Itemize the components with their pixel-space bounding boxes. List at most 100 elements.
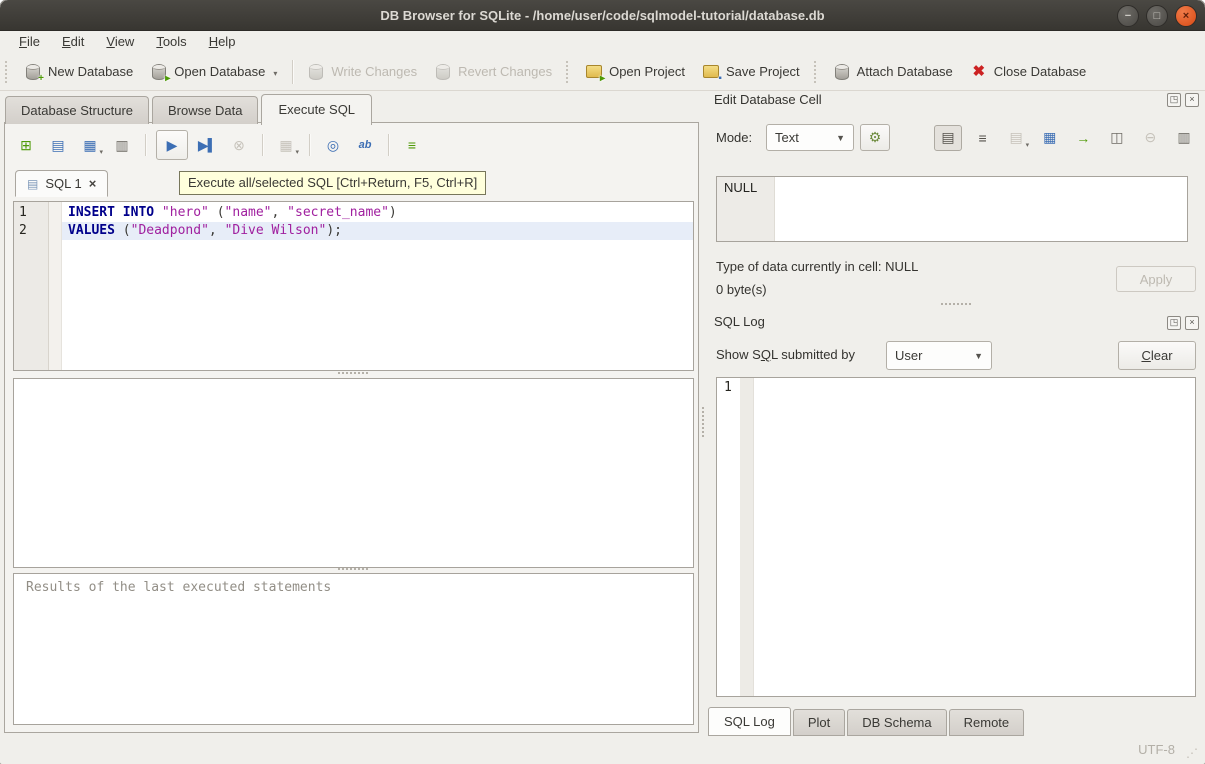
log-filter-select[interactable]: User ▼ [886,341,992,370]
menu-help[interactable]: Help [198,31,247,52]
apply-button[interactable]: Apply [1116,266,1196,292]
titlebar[interactable]: DB Browser for SQLite - /home/user/code/… [0,0,1205,31]
execute-sql-tooltip: Execute all/selected SQL [Ctrl+Return, F… [179,171,486,195]
auto-mode-button[interactable]: ⚙ [860,124,890,151]
mode-select[interactable]: Text ▼ [766,124,854,151]
sql-editor-toolbar: ⊞▤▦▾▥▶▶▌⊗▦▾◎ab≡ [13,130,425,160]
execute-current-line-icon[interactable]: ▶▌ [194,133,220,157]
float-panel-icon[interactable]: ◳ [1167,93,1181,107]
statusbar: UTF-8 ⋰ [0,736,1205,764]
new-database-icon: + [25,64,41,80]
tab-execute-sql[interactable]: Execute SQL [261,94,372,125]
line-number: 2 [14,222,49,240]
maximize-button[interactable]: □ [1146,5,1168,27]
toolbar-button-label: Open Database [174,64,265,79]
log-filter-label: Show SQL submitted by [716,347,855,362]
resize-grip-icon[interactable]: ⋰ [1186,746,1198,760]
window-controls: −□ × [1117,5,1197,27]
cell-null-gutter: NULL [717,177,775,241]
sql-log-title: SQL Log [714,314,765,329]
find-icon[interactable]: ◎ [320,133,346,157]
attach-database-button[interactable]: Attach Database [825,59,962,85]
open-new-tab-icon[interactable]: ⊞ [13,133,39,157]
bottom-tab-remote[interactable]: Remote [949,709,1025,736]
open-project-button[interactable]: ▸Open Project [577,59,694,85]
format-sql-icon[interactable]: ≡ [399,133,425,157]
menu-view[interactable]: View [95,31,145,52]
write-changes-button[interactable]: Write Changes [299,59,426,85]
chevron-down-icon: ▼ [836,133,845,143]
toolbar-button-label: Save Project [726,64,800,79]
sql-code-editor[interactable]: 1INSERT INTO "hero" ("name", "secret_nam… [13,201,694,371]
export-results-icon[interactable]: ▦▾ [273,133,299,157]
main-tab-bar: Database StructureBrowse DataExecute SQL [5,94,375,124]
link-cell-icon[interactable]: ◫ [1104,126,1130,150]
close-sql-tab-icon[interactable]: × [89,176,97,191]
open-database-icon: ▸ [151,64,167,80]
bottom-tab-db-schema[interactable]: DB Schema [847,709,946,736]
toolbar-button-label: New Database [48,64,133,79]
clear-log-button[interactable]: Clear [1118,341,1196,370]
set-null-icon[interactable]: ⊖ [1137,126,1163,150]
execute-sql-panel: ⊞▤▦▾▥▶▶▌⊗▦▾◎ab≡ ▤ SQL 1 × Execute all/se… [4,122,699,733]
close-database-icon: ✖ [971,64,987,80]
main-toolbar: + New Database ▸ Open Database ▾ Write Change… [0,53,1205,91]
close-database-button[interactable]: ✖ Close Database [962,59,1096,85]
word-wrap-icon[interactable]: ≡ [970,126,996,150]
print-cell-icon[interactable]: ▥ [1171,126,1197,150]
results-grid-pane[interactable] [13,378,694,568]
toolbar-button-label: Close Database [994,64,1087,79]
panel-splitter[interactable] [699,122,706,736]
sql-log-area[interactable]: 1 [716,377,1196,697]
encoding-selector[interactable]: UTF-8 [1138,742,1175,757]
revert-changes-button[interactable]: Revert Changes [426,59,561,85]
write-changes-icon [308,64,324,80]
bottom-tab-bar: SQL LogPlotDB SchemaRemote [708,707,1026,736]
save-project-button[interactable]: ▪Save Project [694,59,809,85]
import-cell-icon[interactable]: ▦ [1037,126,1063,150]
dock-splitter[interactable] [716,300,1196,308]
sql-log-header-buttons: ◳ × [1167,316,1199,330]
minimize-button[interactable]: − [1117,5,1139,27]
cell-text-area[interactable] [775,177,1187,241]
bottom-tab-plot[interactable]: Plot [793,709,845,736]
close-panel-icon[interactable]: × [1185,93,1199,107]
results-message-splitter[interactable] [13,565,692,573]
execute-all-icon[interactable]: ▶ [156,130,188,160]
save-cell-icon[interactable]: ▤▾ [1003,126,1029,150]
mode-label: Mode: [716,130,752,145]
log-fold-margin [740,378,754,696]
menu-tools[interactable]: Tools [145,31,197,52]
code-line-1[interactable]: 1INSERT INTO "hero" ("name", "secret_nam… [14,204,693,222]
stop-icon[interactable]: ⊗ [226,133,252,157]
bottom-tab-sql-log[interactable]: SQL Log [708,707,791,736]
menu-file[interactable]: File [8,31,51,52]
results-message-pane[interactable]: Results of the last executed statements [13,573,694,725]
edit-cell-title: Edit Database Cell [714,92,822,107]
text-mode-icon[interactable]: ▤ [934,125,962,151]
new-database-button[interactable]: + New Database [16,59,142,85]
open-sql-file-icon[interactable]: ▤ [45,133,71,157]
float-panel-icon[interactable]: ◳ [1167,316,1181,330]
find-replace-icon[interactable]: ab [352,133,378,157]
save-sql-file-icon[interactable]: ▦▾ [77,133,103,157]
menu-edit[interactable]: Edit [51,31,95,52]
close-button[interactable]: × [1175,5,1197,27]
tab-database-structure[interactable]: Database Structure [5,96,149,124]
results-placeholder: Results of the last executed statements [14,574,693,601]
export-cell-icon[interactable]: → [1070,126,1096,150]
toolbar-button-label: Attach Database [857,64,953,79]
cell-value-editor[interactable]: NULL [716,176,1188,242]
toolbar-button-label: Revert Changes [458,64,552,79]
open-project-icon: ▸ [586,64,602,80]
code-line-2[interactable]: 2VALUES ("Deadpond", "Dive Wilson"); [14,222,693,240]
tab-browse-data[interactable]: Browse Data [152,96,258,124]
sql-document-tab[interactable]: ▤ SQL 1 × [15,170,108,197]
toolbar-button-label: Write Changes [331,64,417,79]
close-panel-icon[interactable]: × [1185,316,1199,330]
toolbar-drag-handle[interactable] [5,61,11,83]
editor-results-splitter[interactable] [13,369,692,377]
print-icon[interactable]: ▥ [109,133,135,157]
dropdown-arrow-icon[interactable]: ▾ [273,69,277,80]
open-database-button[interactable]: ▸ Open Database ▾ [142,59,286,85]
